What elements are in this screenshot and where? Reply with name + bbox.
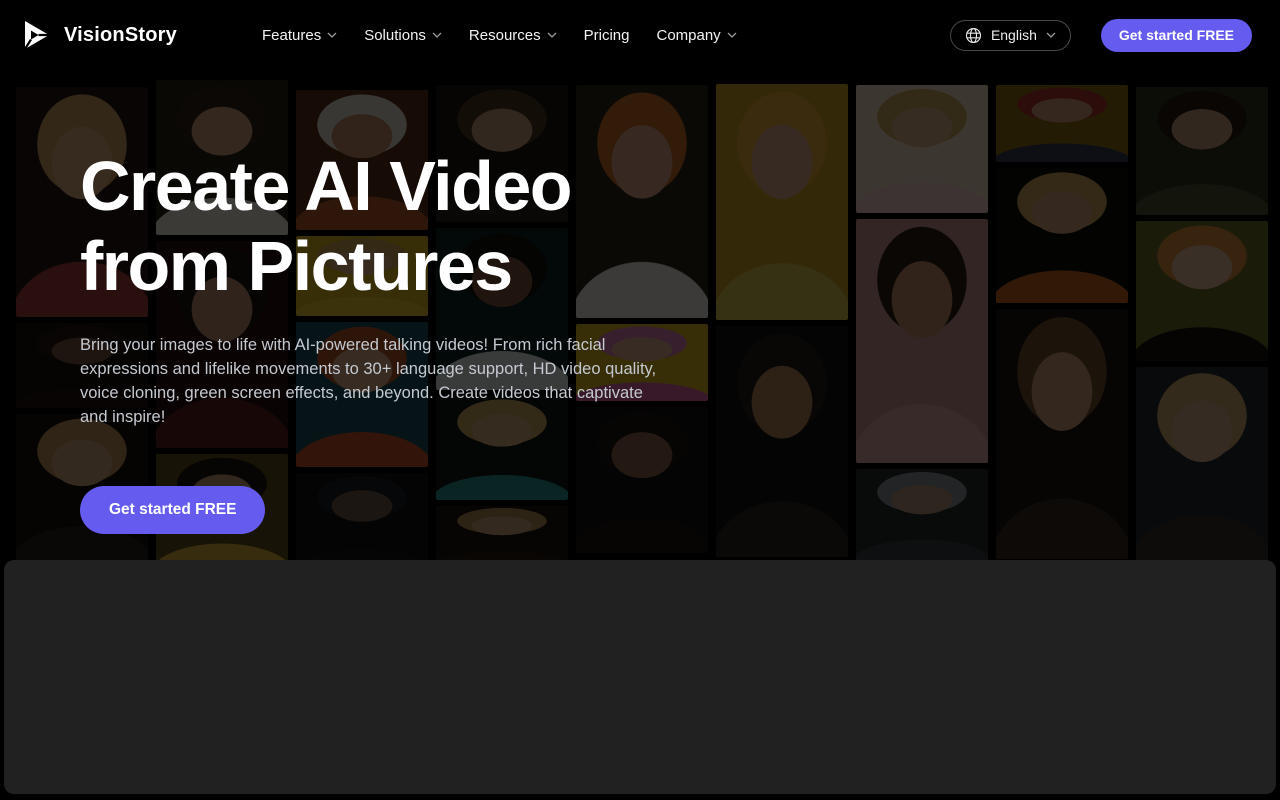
visionstory-logo-icon [20,19,52,51]
nav-item-label: Features [262,27,321,44]
nav-item-label: Solutions [364,27,426,44]
nav-item-resources[interactable]: Resources [469,27,557,44]
cookie-banner: Cookiebot by Usercentrics This website u… [4,560,1276,794]
nav-item-pricing[interactable]: Pricing [584,27,630,44]
language-selector[interactable]: English [950,20,1071,51]
page: VisionStory Features Solutions Resources Pr… [0,0,1280,800]
nav-item-solutions[interactable]: Solutions [364,27,442,44]
globe-icon [965,27,982,44]
nav-item-features[interactable]: Features [262,27,337,44]
language-label: English [991,27,1037,43]
hero-section: Create AI Videofrom Pictures Bring your … [80,70,690,534]
chevron-down-icon [1046,32,1056,38]
chevron-down-icon [327,32,337,38]
top-nav: VisionStory Features Solutions Resources Pr… [0,0,1280,70]
hero-get-started-button[interactable]: Get started FREE [80,486,265,534]
main-nav: Features Solutions Resources Pricing Company [262,0,737,70]
nav-item-label: Company [656,27,720,44]
brand-logo[interactable]: VisionStory [20,19,177,51]
chevron-down-icon [547,32,557,38]
nav-item-company[interactable]: Company [656,27,736,44]
chevron-down-icon [727,32,737,38]
get-started-button[interactable]: Get started FREE [1101,19,1252,52]
brand-name: VisionStory [64,24,177,47]
nav-item-label: Pricing [584,27,630,44]
nav-right: English Get started FREE [950,0,1252,70]
hero-description: Bring your images to life with AI-powere… [80,333,668,429]
hero-title: Create AI Videofrom Pictures [80,146,690,306]
nav-item-label: Resources [469,27,541,44]
chevron-down-icon [432,32,442,38]
